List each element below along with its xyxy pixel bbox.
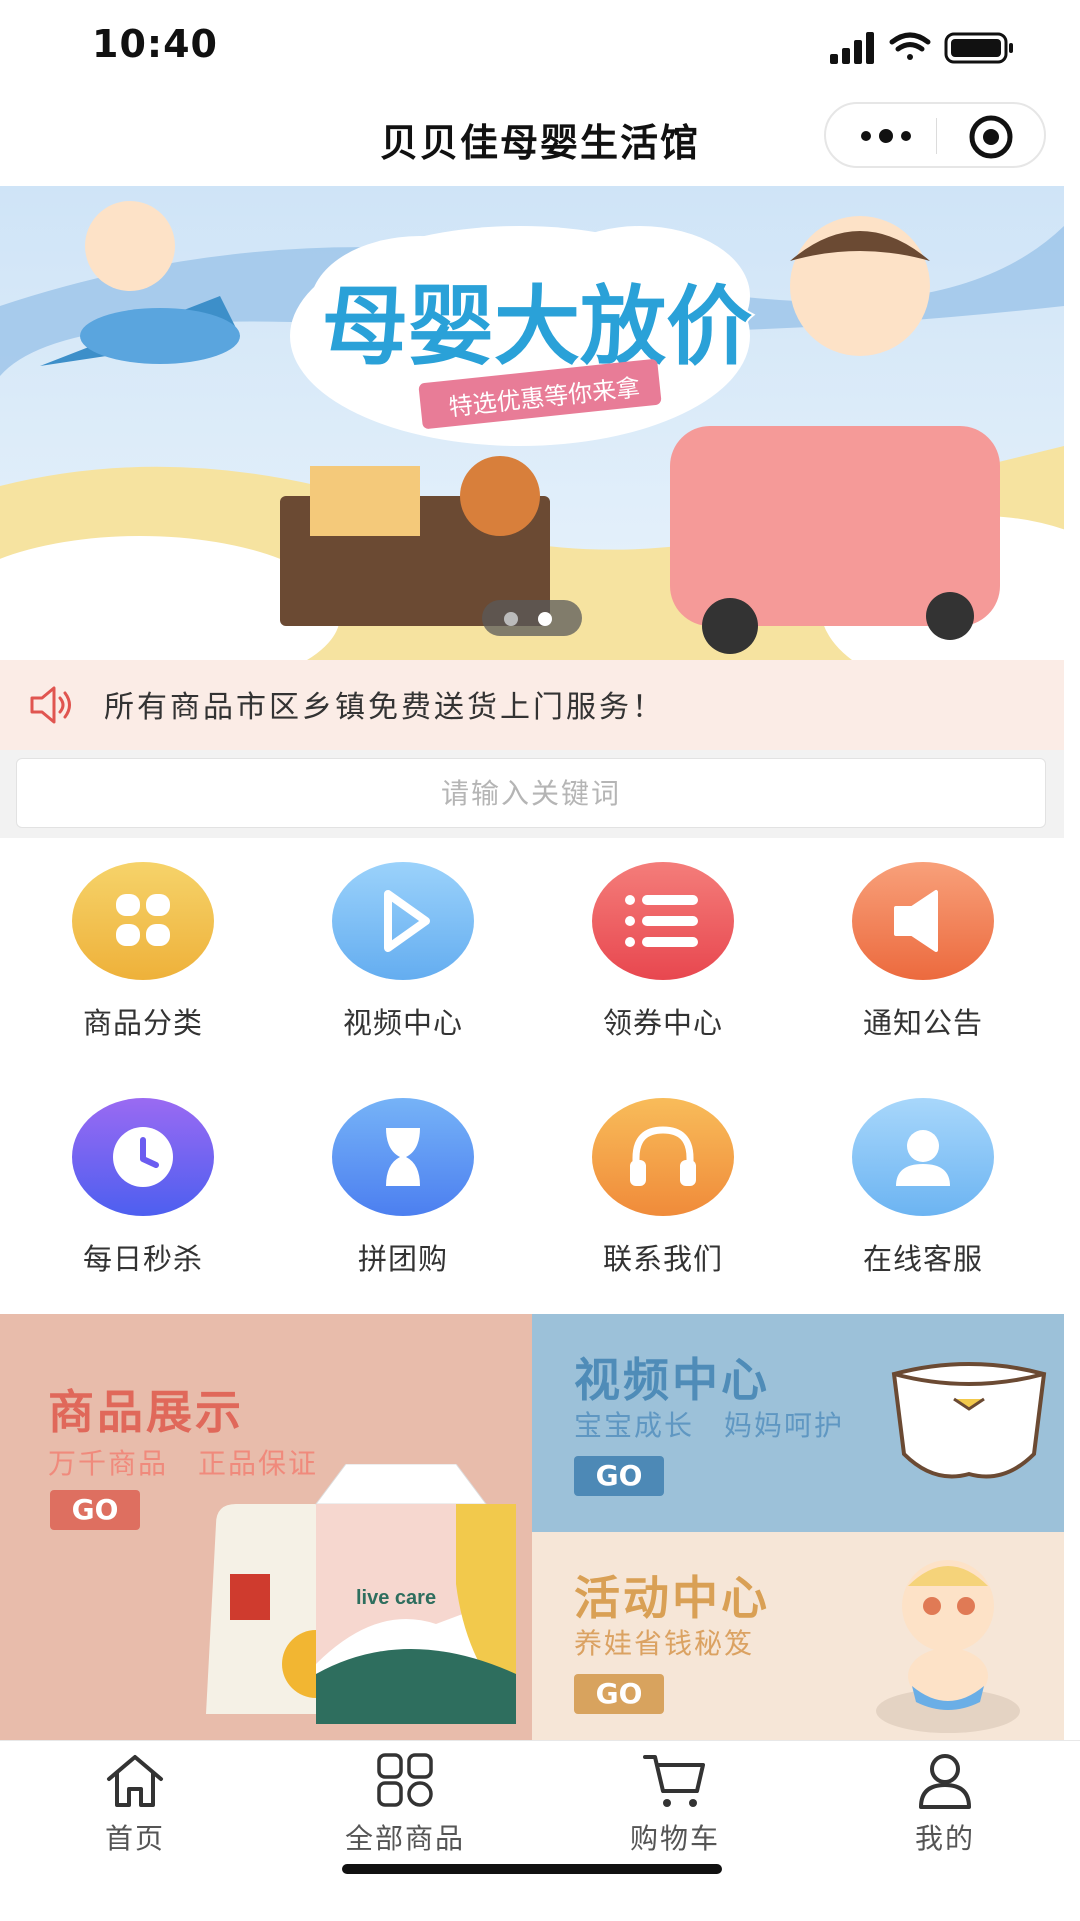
wifi-icon bbox=[889, 32, 931, 60]
feature-grid: 商品分类 视频中心 领券中心 通知公告 每日秒杀 拼团购 联系我们 在线客服 bbox=[0, 838, 1064, 1314]
grid-item-video[interactable]: 视频中心 bbox=[260, 838, 526, 1074]
banner-image: 母婴大放价 特选优惠等你来拿 bbox=[0, 186, 1064, 660]
play-icon bbox=[332, 862, 474, 980]
grid-item-category[interactable]: 商品分类 bbox=[0, 838, 266, 1074]
apps-grid-icon bbox=[377, 1753, 433, 1807]
baby-image bbox=[876, 1560, 1020, 1733]
more-dots-icon[interactable] bbox=[858, 122, 914, 150]
promo-activity[interactable]: 活动中心 养娃省钱秘笈 GO bbox=[532, 1532, 1064, 1740]
promo-section: 商品展示 万千商品 正品保证 GO live care 视频中心 宝宝成长 妈妈… bbox=[0, 1314, 1064, 1740]
promo-video[interactable]: 视频中心 宝宝成长 妈妈呵护 GO bbox=[532, 1314, 1064, 1532]
hourglass-icon bbox=[332, 1098, 474, 1216]
grid-label: 在线客服 bbox=[862, 1242, 983, 1276]
tab-bar: 首页 全部商品 购物车 我的 bbox=[0, 1740, 1080, 1921]
promo-subtitle: 宝宝成长 妈妈呵护 bbox=[574, 1409, 845, 1442]
person-icon bbox=[919, 1754, 971, 1809]
tab-label: 首页 bbox=[104, 1822, 165, 1855]
banner-carousel[interactable]: 母婴大放价 特选优惠等你来拿 bbox=[0, 186, 1064, 660]
cart-icon bbox=[643, 1755, 705, 1807]
promo-products[interactable]: 商品展示 万千商品 正品保证 GO live care bbox=[0, 1314, 532, 1740]
grid-label: 领券中心 bbox=[602, 1006, 723, 1040]
signal-icon bbox=[830, 32, 874, 64]
promo-subtitle: 养娃省钱秘笈 bbox=[574, 1627, 755, 1660]
go-button[interactable]: GO bbox=[574, 1674, 664, 1714]
grid-item-notice[interactable]: 通知公告 bbox=[780, 838, 1046, 1074]
category-grid-icon bbox=[72, 862, 214, 980]
tab-cart[interactable]: 购物车 bbox=[540, 1741, 810, 1861]
grid-item-group-buy[interactable]: 拼团购 bbox=[260, 1074, 526, 1310]
grid-label: 拼团购 bbox=[357, 1242, 448, 1276]
user-icon bbox=[852, 1098, 994, 1216]
tab-all-products[interactable]: 全部商品 bbox=[270, 1741, 540, 1861]
diaper-image bbox=[891, 1362, 1047, 1479]
grid-item-customer-service[interactable]: 在线客服 bbox=[780, 1074, 1046, 1310]
carousel-dot[interactable] bbox=[504, 612, 518, 626]
grid-item-flash-sale[interactable]: 每日秒杀 bbox=[0, 1074, 266, 1310]
tab-label: 购物车 bbox=[629, 1822, 720, 1855]
battery-icon bbox=[944, 32, 1013, 64]
banner-headline: 母婴大放价 bbox=[322, 279, 752, 375]
tab-label: 我的 bbox=[914, 1822, 975, 1855]
go-button[interactable]: GO bbox=[50, 1490, 140, 1530]
carousel-dot-active[interactable] bbox=[538, 612, 552, 626]
target-circle-icon[interactable] bbox=[968, 114, 1014, 160]
notice-text: 所有商品市区乡镇免费送货上门服务！ bbox=[104, 690, 665, 725]
diaper-pack-image: live care bbox=[206, 1464, 516, 1724]
search-input[interactable] bbox=[16, 758, 1046, 828]
carousel-indicator bbox=[482, 600, 582, 636]
home-indicator bbox=[342, 1864, 722, 1874]
grid-label: 每日秒杀 bbox=[82, 1242, 203, 1276]
go-button[interactable]: GO bbox=[574, 1456, 664, 1496]
search-bar bbox=[0, 750, 1064, 838]
promo-title: 商品展示 bbox=[48, 1385, 244, 1439]
mini-program-capsule bbox=[824, 102, 1046, 168]
promo-title: 活动中心 bbox=[574, 1571, 770, 1625]
notice-bar[interactable]: 所有商品市区乡镇免费送货上门服务！ bbox=[0, 660, 1064, 750]
headphones-icon bbox=[592, 1098, 734, 1216]
tab-label: 全部商品 bbox=[344, 1822, 465, 1855]
status-bar: 10:40 bbox=[0, 0, 1080, 90]
speaker-icon bbox=[852, 862, 994, 980]
grid-label: 视频中心 bbox=[342, 1006, 463, 1040]
tab-home[interactable]: 首页 bbox=[0, 1741, 270, 1861]
grid-label: 联系我们 bbox=[602, 1242, 723, 1276]
grid-item-coupon[interactable]: 领券中心 bbox=[520, 838, 786, 1074]
grid-item-contact[interactable]: 联系我们 bbox=[520, 1074, 786, 1310]
product-brand: live care bbox=[356, 1587, 436, 1609]
grid-label: 商品分类 bbox=[82, 1006, 203, 1040]
grid-label: 通知公告 bbox=[862, 1006, 983, 1040]
promo-title: 视频中心 bbox=[574, 1353, 770, 1407]
tab-mine[interactable]: 我的 bbox=[810, 1741, 1080, 1861]
speaker-icon bbox=[30, 686, 71, 724]
nav-bar: 贝贝佳母婴生活馆 bbox=[0, 90, 1080, 186]
home-icon bbox=[107, 1755, 163, 1807]
status-icons bbox=[830, 32, 1013, 64]
capsule-divider bbox=[936, 118, 937, 154]
status-time: 10:40 bbox=[92, 22, 218, 66]
clock-icon bbox=[72, 1098, 214, 1216]
list-icon bbox=[592, 862, 734, 980]
